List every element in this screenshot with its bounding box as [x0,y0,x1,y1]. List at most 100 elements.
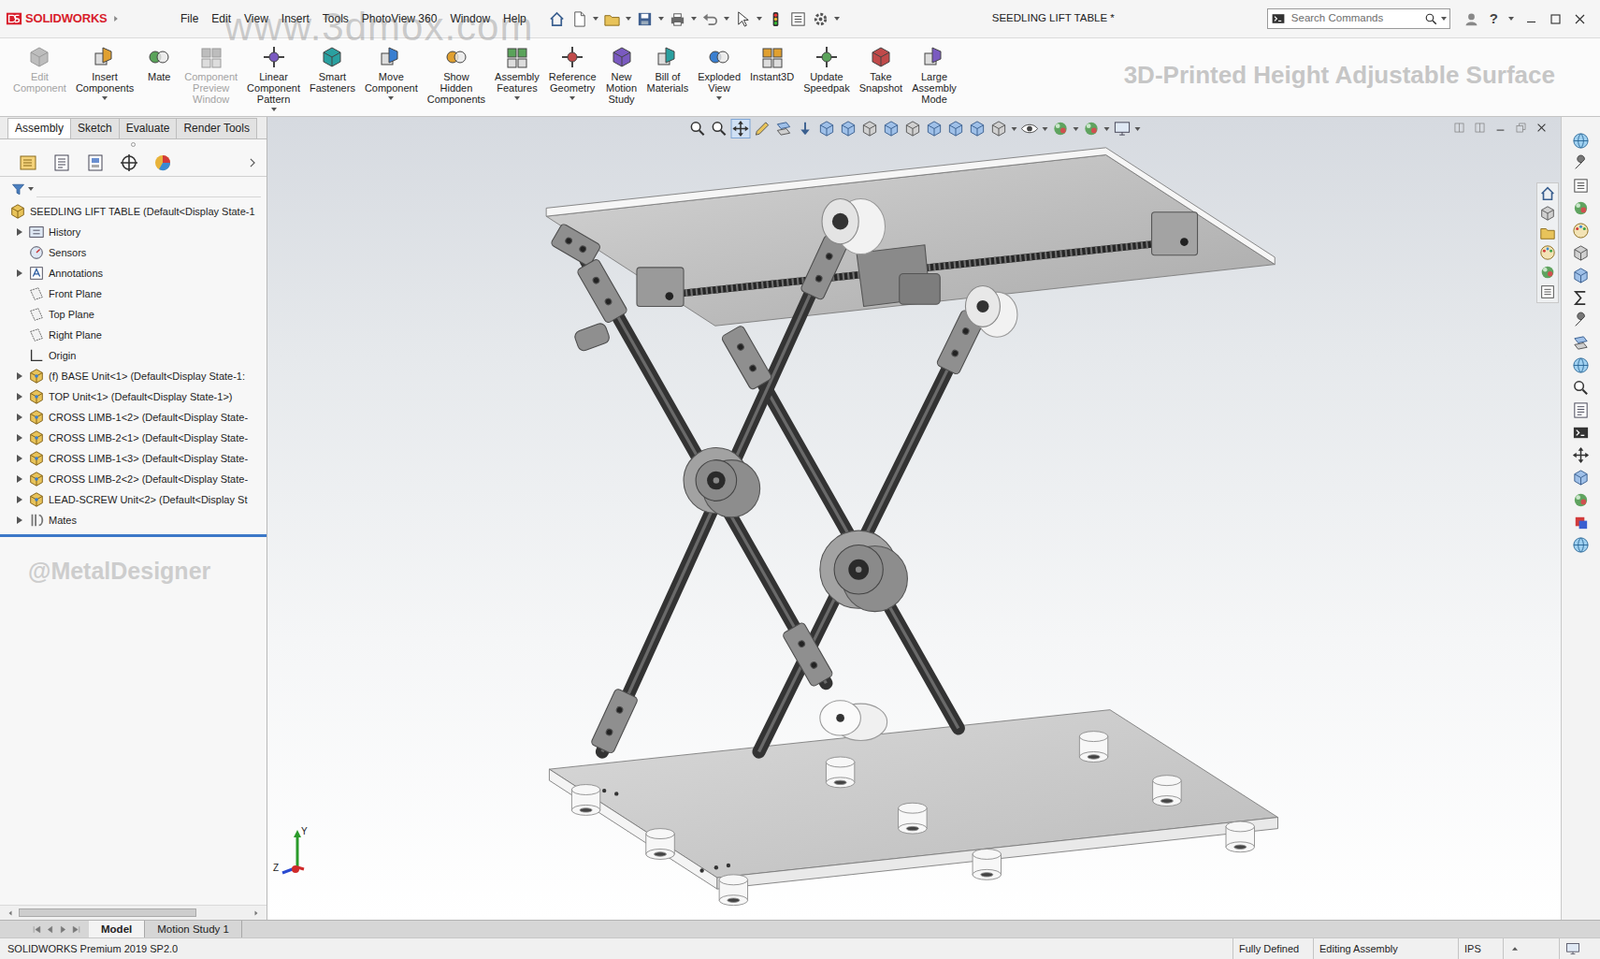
ribbon-tool[interactable]: Component Preview Window [180,43,242,114]
dropdown-arrow-icon[interactable] [1072,127,1079,131]
close-icon[interactable] [1535,121,1548,134]
dropdown-arrow-icon[interactable] [1134,127,1140,131]
undo-icon[interactable] [701,10,720,29]
dropdown-arrow-icon[interactable] [658,16,664,21]
command-tab[interactable]: Assembly [7,117,72,139]
units-menu[interactable] [1502,937,1559,959]
ribbon-tool[interactable]: Reference Geometry [545,43,601,102]
tree-item[interactable]: Right Plane [0,324,267,346]
expand-arrow-icon[interactable] [13,474,27,484]
arrowdn-icon[interactable] [795,119,814,138]
model-tab[interactable]: Motion Study 1 [144,920,243,937]
command-tab[interactable]: Evaluate [118,117,178,139]
dropdown-arrow-icon[interactable] [1010,127,1017,131]
tree-item[interactable]: CROSS LIMB-1<2> (Default<Display State- [0,406,267,428]
cubeg-icon[interactable] [1539,204,1557,222]
cube-icon[interactable] [967,119,986,138]
dropdown-arrow-icon[interactable] [101,96,108,101]
tree-item[interactable]: LEAD-SCREW Unit<2> (Default<Display St [0,489,267,510]
cubeg-icon[interactable] [1571,244,1590,262]
split-icon[interactable] [1473,121,1486,134]
mag-icon[interactable] [1571,378,1590,397]
move-icon[interactable] [731,119,750,138]
base-plate[interactable] [548,709,1278,890]
tree-item[interactable]: (f) BASE Unit<1> (Default<Display State-… [0,365,267,387]
tree-item[interactable]: CROSS LIMB-1<3> (Default<Display State- [0,447,267,469]
ribbon-tool[interactable]: Bill of Materials [643,43,693,102]
update-speedpak-icon[interactable] [814,44,839,70]
wrench-icon[interactable] [1571,154,1590,173]
sphere-icon[interactable] [1539,263,1557,281]
menu-item[interactable]: Edit [204,7,238,30]
minimize-icon[interactable] [1494,121,1507,134]
status-tools[interactable] [1558,937,1600,959]
smart-fasteners-icon[interactable] [319,44,345,70]
rollback-bar[interactable] [0,533,267,537]
menu-item[interactable]: Insert [274,7,317,30]
dropdown-arrow-icon[interactable] [28,187,34,191]
tree-filter[interactable] [0,176,267,202]
ribbon-tool[interactable]: Show Hidden Components [423,43,490,114]
cube-icon[interactable] [1571,468,1590,487]
cube-icon[interactable] [881,119,900,138]
ribbon-tool[interactable]: New Motion Study [602,43,642,114]
reference-geometry-icon[interactable] [560,44,585,70]
mag-icon[interactable] [709,119,728,138]
eye-icon[interactable] [1020,119,1038,138]
tab-scroll-icon[interactable] [71,923,82,935]
tab-scroll-icon[interactable] [31,923,43,935]
expand-arrow-icon[interactable] [13,515,27,525]
tree-item[interactable]: Top Plane [0,303,267,325]
up-arrow-icon[interactable] [1509,942,1521,954]
cursor-icon[interactable] [734,10,752,29]
maximize-icon[interactable] [1548,12,1563,27]
traffic-icon[interactable] [766,10,785,29]
menu-item[interactable]: View [237,7,275,30]
dropdown-arrow-icon[interactable] [625,16,632,21]
command-tab[interactable]: Sketch [70,117,120,139]
expand-arrow-icon[interactable] [13,227,27,237]
move-component-icon[interactable] [378,44,404,70]
tree-item[interactable]: Annotations [0,262,267,284]
tab-scroll-icon[interactable] [44,923,56,935]
feature-manager-icon[interactable] [18,153,38,173]
tree-item[interactable]: CROSS LIMB-2<2> (Default<Display State- [0,468,267,490]
cube-icon[interactable] [838,119,857,138]
globe-icon[interactable] [1571,356,1590,375]
cube-icon[interactable] [946,119,965,138]
mag-icon[interactable] [688,119,707,138]
save-icon[interactable] [635,10,654,29]
dropdown-arrow-icon[interactable] [1041,127,1048,131]
tree-item[interactable]: CROSS LIMB-2<1> (Default<Display State- [0,427,267,448]
tree-item[interactable]: History [0,221,267,243]
user-icon[interactable] [1463,11,1480,28]
model-tab[interactable]: Model [88,920,145,937]
ribbon-tool[interactable]: Mate [139,43,179,91]
panel-handle[interactable] [0,139,267,149]
ribbon-tool[interactable]: Assembly Features [490,43,544,102]
print-icon[interactable] [668,10,687,29]
exploded-view-icon[interactable] [706,44,732,70]
insert-components-icon[interactable] [92,44,117,70]
restore-icon[interactable] [1514,121,1528,134]
instant3d-icon[interactable] [760,44,785,70]
graphics-area[interactable]: YZ [267,116,1561,920]
cube-icon[interactable] [924,119,943,138]
minimize-icon[interactable] [1524,12,1539,27]
ribbon-tool[interactable]: Smart Fasteners [305,43,360,102]
cube-icon[interactable] [817,119,836,138]
filter-icon[interactable] [11,182,26,197]
menu-item[interactable]: Window [443,7,497,30]
dropdown-arrow-icon[interactable] [834,16,840,21]
close-icon[interactable] [1572,12,1587,27]
ribbon-tool[interactable]: Exploded View [693,43,745,102]
dropdown-arrow-icon[interactable] [569,96,576,101]
bill-of-materials-icon[interactable] [655,44,680,70]
expand-arrow-icon[interactable] [13,391,27,402]
dropdown-arrow-icon[interactable] [1441,16,1447,21]
sphere-icon[interactable] [1571,199,1590,217]
tree-item[interactable]: Mates [0,509,267,531]
tree-root[interactable]: SEEDLING LIFT TABLE (Default<Display Sta… [0,201,267,222]
dropdown-arrow-icon[interactable] [756,16,763,21]
cubeg-icon[interactable] [860,119,879,138]
